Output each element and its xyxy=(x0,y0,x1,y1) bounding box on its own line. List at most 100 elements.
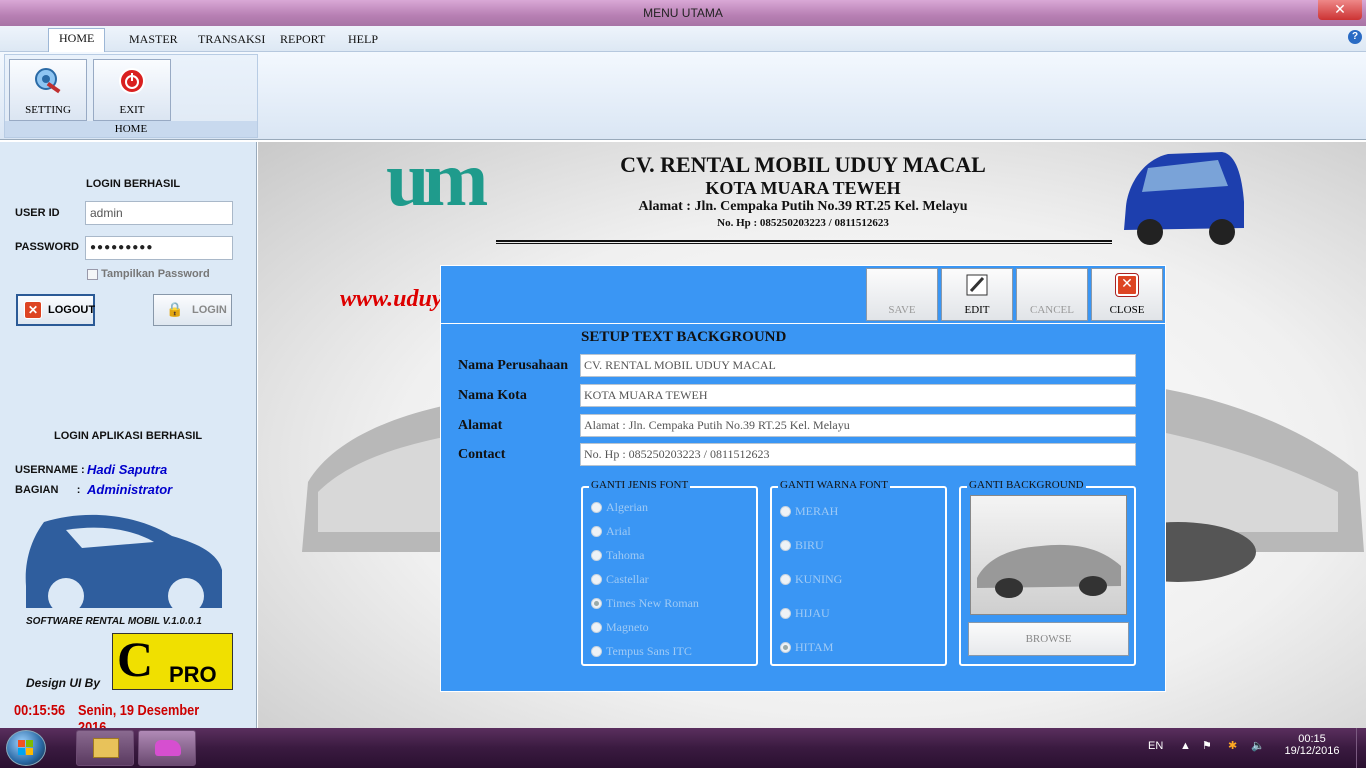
taskbar: EN ▲ ⚑ ✱ 🔈 00:15 19/12/2016 xyxy=(0,728,1366,768)
alamat-input[interactable]: Alamat : Jln. Cempaka Putih No.39 RT.25 … xyxy=(580,414,1136,437)
volume-icon[interactable]: 🔈 xyxy=(1251,739,1265,752)
edit-pencil-icon xyxy=(966,274,988,296)
show-password-label: Tampilkan Password xyxy=(101,268,210,280)
sidebar: LOGIN BERHASIL USER ID admin PASSWORD ●●… xyxy=(0,142,257,736)
ribbon: SETTING EXIT HOME xyxy=(0,52,1366,140)
company-logo-text: um xyxy=(386,135,488,222)
color-option-hitam[interactable]: HITAM xyxy=(780,640,833,655)
password-label: PASSWORD xyxy=(15,241,79,253)
help-icon[interactable]: ? xyxy=(1348,30,1362,44)
logout-button[interactable]: ✕ LOGOUT xyxy=(16,294,95,326)
contact-label: Contact xyxy=(458,447,506,462)
exit-button[interactable]: EXIT xyxy=(93,59,171,121)
save-label: SAVE xyxy=(888,304,916,316)
setting-button[interactable]: SETTING xyxy=(9,59,87,121)
car-silhouette-icon xyxy=(25,514,223,612)
car-app-icon xyxy=(155,740,181,756)
bagian-value: Administrator xyxy=(87,482,173,497)
company-city: KOTA MUARA TEWEH xyxy=(705,178,901,198)
show-desktop-button[interactable] xyxy=(1356,728,1366,768)
login-label: LOGIN xyxy=(192,304,227,316)
password-input[interactable]: ●●●●●●●●● xyxy=(85,236,233,260)
font-option-arial[interactable]: Arial xyxy=(591,524,631,539)
cpro-logo: C PRO xyxy=(112,631,233,690)
save-button[interactable]: SAVE xyxy=(866,268,938,321)
username-value: Hadi Saputra xyxy=(87,462,168,477)
action-center-icon[interactable]: ⚑ xyxy=(1202,739,1212,752)
close-button[interactable]: ✕ CLOSE xyxy=(1091,268,1163,321)
user-id-input[interactable]: admin xyxy=(85,201,233,225)
nama-kota-label: Nama Kota xyxy=(458,388,527,403)
background-group: GANTI BACKGROUND BROWSE xyxy=(959,479,1136,666)
checkbox-icon xyxy=(87,268,98,280)
color-option-hijau[interactable]: HIJAU xyxy=(780,606,830,621)
login-button[interactable]: 🔒 LOGIN xyxy=(153,294,232,326)
nama-perusahaan-label: Nama Perusahaan xyxy=(458,358,569,373)
company-address: Alamat : Jln. Cempaka Putih No.39 RT.25 … xyxy=(638,199,968,214)
font-option-magneto[interactable]: Magneto xyxy=(591,620,649,635)
menu-report[interactable]: REPORT xyxy=(270,30,335,49)
username-label: USERNAME : xyxy=(15,464,85,476)
design-by-label: Design UI By xyxy=(26,676,101,690)
nama-perusahaan-input[interactable]: CV. RENTAL MOBIL UDUY MACAL xyxy=(580,354,1136,377)
exit-label: EXIT xyxy=(119,104,145,116)
network-icon[interactable]: ✱ xyxy=(1228,739,1237,752)
font-color-group: GANTI WARNA FONT MERAH BIRU KUNING HIJAU… xyxy=(770,479,947,666)
tray-time: 00:15 xyxy=(1298,733,1326,745)
power-icon xyxy=(119,68,145,94)
taskbar-app[interactable] xyxy=(138,730,196,766)
cancel-label: CANCEL xyxy=(1030,304,1074,316)
software-version: SOFTWARE RENTAL MOBIL V.1.0.0.1 xyxy=(26,616,202,627)
settings-icon xyxy=(35,68,61,94)
close-x-icon: ✕ xyxy=(24,301,42,319)
font-color-group-title: GANTI WARNA FONT xyxy=(778,479,890,491)
color-option-kuning[interactable]: KUNING xyxy=(780,572,842,587)
edit-button[interactable]: EDIT xyxy=(941,268,1013,321)
font-option-times-new-roman[interactable]: Times New Roman xyxy=(591,596,699,611)
ribbon-group-home: SETTING EXIT HOME xyxy=(4,54,258,138)
menu-transaksi[interactable]: TRANSAKSI xyxy=(188,30,275,49)
close-label: CLOSE xyxy=(1109,304,1145,316)
font-option-algerian[interactable]: Algerian xyxy=(591,500,648,515)
ribbon-group-label: HOME xyxy=(5,121,257,137)
windows-logo-icon xyxy=(18,740,33,755)
color-option-biru[interactable]: BIRU xyxy=(780,538,824,553)
login-status-title: LOGIN BERHASIL xyxy=(86,178,181,190)
background-preview-image xyxy=(970,495,1127,615)
company-logo: um xyxy=(386,135,492,246)
menu-bar: HOME MASTER TRANSAKSI REPORT HELP ? xyxy=(0,26,1366,52)
contact-input[interactable]: No. Hp : 085250203223 / 0811512623 xyxy=(580,443,1136,466)
panel-toolbar: SAVE EDIT CANCEL ✕ CLOSE xyxy=(441,266,1165,324)
window-title-bar: MENU UTAMA xyxy=(0,0,1366,26)
company-name: CV. RENTAL MOBIL UDUY MACAL xyxy=(620,152,986,177)
start-button[interactable] xyxy=(6,730,46,766)
browse-button[interactable]: BROWSE xyxy=(968,622,1129,656)
font-option-castellar[interactable]: Castellar xyxy=(591,572,649,587)
mpv-car-image xyxy=(1124,152,1244,245)
show-password-checkbox[interactable]: Tampilkan Password xyxy=(87,268,210,280)
cancel-button[interactable]: CANCEL xyxy=(1016,268,1088,321)
menu-home[interactable]: HOME xyxy=(48,28,106,52)
window-title: MENU UTAMA xyxy=(643,6,723,20)
menu-help[interactable]: HELP xyxy=(338,30,388,49)
menu-master[interactable]: MASTER xyxy=(119,30,188,49)
font-option-tempus-sans[interactable]: Tempus Sans ITC xyxy=(591,644,692,659)
alamat-label: Alamat xyxy=(458,418,503,433)
login-success-title: LOGIN APLIKASI BERHASIL xyxy=(54,430,203,442)
window-close-button[interactable]: ✕ xyxy=(1318,0,1362,20)
font-type-group: GANTI JENIS FONT Algerian Arial Tahoma C… xyxy=(581,479,758,666)
tray-expand-icon[interactable]: ▲ xyxy=(1180,740,1191,752)
nama-kota-input[interactable]: KOTA MUARA TEWEH xyxy=(580,384,1136,407)
taskbar-explorer[interactable] xyxy=(76,730,134,766)
panel-title: SETUP TEXT BACKGROUND xyxy=(581,329,787,345)
language-indicator[interactable]: EN xyxy=(1148,740,1163,752)
header-divider xyxy=(496,240,1112,244)
tray-clock[interactable]: 00:15 19/12/2016 xyxy=(1282,733,1342,757)
lock-icon: 🔒 xyxy=(166,301,184,317)
close-x-icon: ✕ xyxy=(1115,273,1139,297)
company-phone: No. Hp : 085250203223 / 0811512623 xyxy=(717,217,889,229)
logo-text: PRO xyxy=(169,662,217,687)
color-option-merah[interactable]: MERAH xyxy=(780,504,838,519)
logout-label: LOGOUT xyxy=(48,304,96,316)
font-option-tahoma[interactable]: Tahoma xyxy=(591,548,644,563)
